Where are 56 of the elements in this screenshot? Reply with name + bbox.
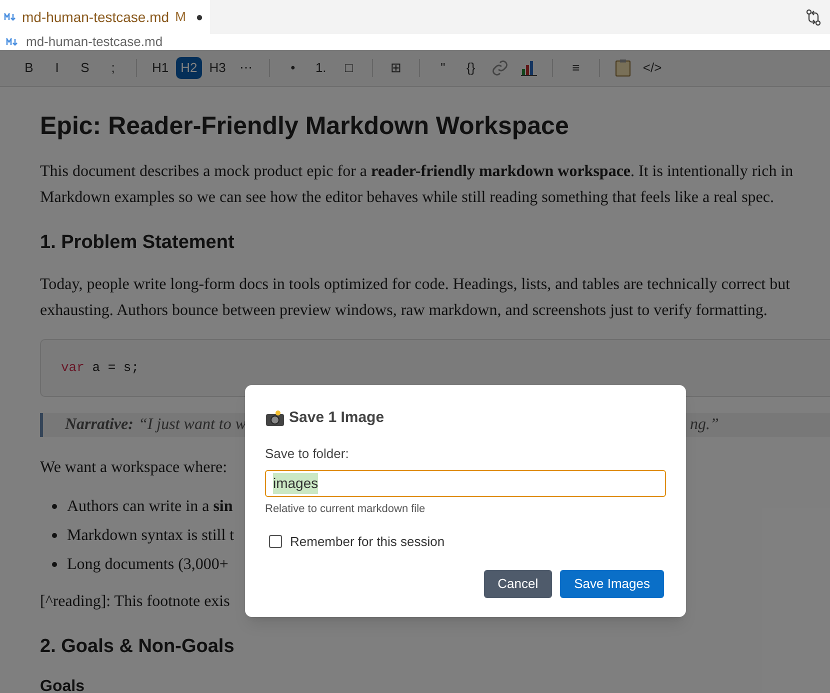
dialog-title: Save 1 Image [289, 408, 384, 428]
folder-input[interactable]: images [265, 470, 666, 497]
bullet-icon [52, 504, 57, 509]
selected-text: images [273, 473, 318, 494]
toolbar-button[interactable]: ≡ [562, 57, 589, 79]
bullet-icon [52, 562, 57, 567]
toolbar-button[interactable]: </> [638, 57, 667, 79]
toolbar-button[interactable]: □ [336, 57, 362, 79]
toolbar-button[interactable]: I [44, 57, 70, 79]
toolbar-button[interactable]: H3 [204, 57, 231, 79]
paragraph: exhausting. Authors bounce between preview windows, raw markdown, and screenshots just to verify formatting. [40, 301, 768, 321]
camera-icon [265, 410, 285, 427]
paragraph: Today, people write long-form docs in tools optimized for code. Headings, lists, and tables are technically correct but [40, 275, 790, 295]
document-title: Epic: Reader-Friendly Markdown Workspace [40, 111, 570, 142]
tab-title: md-human-testcase.md [22, 8, 170, 26]
modified-indicator: M [175, 8, 186, 26]
checkbox-label: Remember for this session [290, 532, 445, 550]
markdown-icon [4, 13, 16, 21]
unsaved-dot: ● [196, 9, 204, 26]
toolbar-button[interactable]: B [16, 57, 42, 79]
clipboard-icon [614, 59, 631, 77]
editor-tab[interactable]: md-human-testcase.md M ● [0, 0, 210, 34]
toolbar-button[interactable]: {} [458, 57, 484, 79]
list-item: Authors can write in a sin [67, 496, 233, 516]
markdown-icon [6, 38, 18, 46]
list-item: Long documents (3,000+ [67, 554, 228, 574]
field-hint: Relative to current markdown file [265, 502, 426, 517]
quote-label: Narrative: [65, 415, 134, 435]
code-line: var a = s; [61, 359, 140, 378]
toolbar-button[interactable]: ; [100, 57, 126, 79]
toolbar-button[interactable]: " [430, 57, 456, 79]
list-item: Markdown syntax is still t [67, 526, 234, 546]
toolbar-button[interactable]: 1. [308, 57, 334, 79]
toolbar-button[interactable]: • [280, 57, 306, 79]
breadcrumb[interactable]: md-human-testcase.md [26, 32, 163, 52]
bar-chart-icon [520, 60, 537, 76]
compare-changes-icon[interactable] [806, 8, 821, 26]
toolbar-button[interactable]: H1 [147, 57, 174, 79]
link-icon [490, 59, 509, 77]
toolbar-button[interactable]: S [72, 57, 98, 79]
save-button[interactable]: Save Images [560, 570, 664, 598]
field-label: Save to folder: [265, 444, 350, 462]
section-heading: 1. Problem Statement [40, 231, 234, 255]
quote-text: ng.” [690, 415, 719, 435]
section-heading: 2. Goals & Non-Goals [40, 635, 234, 659]
toolbar-button[interactable]: ⊞ [382, 57, 409, 79]
paragraph: We want a workspace where: [40, 458, 228, 478]
paragraph: [^reading]: This footnote exis [40, 592, 230, 612]
checkbox[interactable] [269, 534, 282, 548]
toolbar-button[interactable]: ⋯ [232, 57, 259, 79]
subsection-heading: Goals [40, 677, 84, 693]
paragraph: Markdown examples so we can see how the editor behaves while still reading something that feels like a real spec. [40, 188, 774, 208]
cancel-button[interactable]: Cancel [484, 570, 552, 598]
bullet-icon [52, 533, 57, 538]
toolbar-button[interactable]: H2 [176, 57, 202, 79]
paragraph: This document describes a mock product epic for a reader-friendly markdown workspace. It is intentionally rich in [40, 162, 794, 182]
